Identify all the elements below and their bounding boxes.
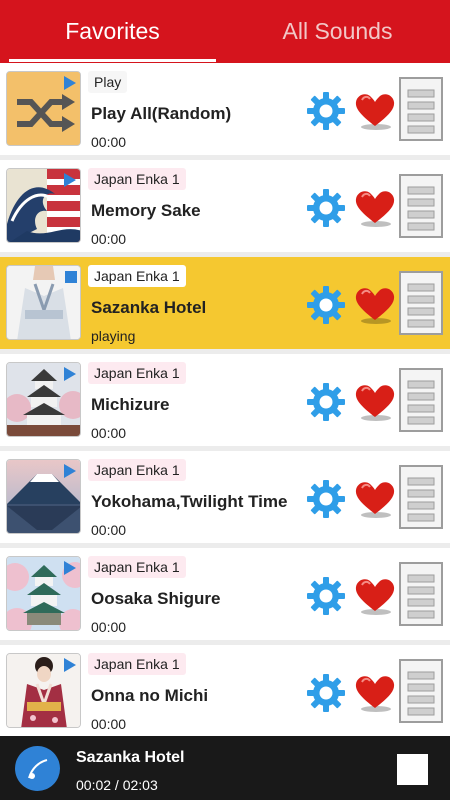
stop-button[interactable]: [397, 754, 428, 785]
sound-time: 00:00: [91, 134, 127, 150]
sound-list: Play Play All(Random) 00:00 Japan Enka 1…: [0, 63, 450, 736]
play-badge-icon: [64, 561, 76, 575]
thumbnail: [6, 459, 81, 534]
document-icon[interactable]: [399, 659, 443, 723]
category-tag: Japan Enka 1: [88, 653, 186, 675]
sound-title: Memory Sake: [91, 201, 201, 220]
gear-icon[interactable]: [306, 673, 346, 713]
list-item-playing[interactable]: Japan Enka 1 Sazanka Hotel playing: [0, 257, 450, 349]
category-tag: Japan Enka 1: [88, 556, 186, 578]
list-item[interactable]: Japan Enka 1 Onna no Michi 00:00: [0, 645, 450, 736]
stop-badge-icon: [65, 271, 77, 283]
document-icon[interactable]: [399, 465, 443, 529]
document-icon[interactable]: [399, 368, 443, 432]
sound-title: Oosaka Shigure: [91, 589, 221, 608]
list-item[interactable]: Japan Enka 1 Yokohama,Twilight Time 00:0…: [0, 451, 450, 543]
heart-icon[interactable]: [354, 576, 396, 616]
play-badge-icon: [64, 464, 76, 478]
play-badge-icon: [64, 367, 76, 381]
heart-icon[interactable]: [354, 479, 396, 519]
category-tag: Japan Enka 1: [88, 362, 186, 384]
thumbnail: [6, 653, 81, 728]
list-item[interactable]: Japan Enka 1 Oosaka Shigure 00:00: [0, 548, 450, 640]
sound-time: 00:00: [91, 231, 127, 247]
sound-time: 00:00: [91, 522, 127, 538]
sound-title: Yokohama,Twilight Time: [91, 492, 288, 511]
heart-icon[interactable]: [354, 91, 396, 131]
list-item[interactable]: Play Play All(Random) 00:00: [0, 63, 450, 155]
category-tag: Play: [88, 71, 128, 93]
play-badge-icon: [64, 173, 76, 187]
heart-icon[interactable]: [354, 285, 396, 325]
category-tag: Japan Enka 1: [88, 265, 186, 287]
thumbnail: [6, 362, 81, 437]
sound-title: Michizure: [91, 395, 170, 414]
gear-icon[interactable]: [306, 91, 346, 131]
tab-bar: Favorites All Sounds: [0, 0, 450, 63]
now-playing-time: 00:02 / 02:03: [76, 777, 158, 793]
now-playing-title: Sazanka Hotel: [76, 749, 185, 766]
thumbnail: [6, 168, 81, 243]
now-playing-bar: Sazanka Hotel 00:02 / 02:03: [0, 736, 450, 800]
gear-icon[interactable]: [306, 382, 346, 422]
list-item[interactable]: Japan Enka 1 Memory Sake 00:00: [0, 160, 450, 252]
sound-time: 00:00: [91, 716, 127, 732]
document-icon[interactable]: [399, 77, 443, 141]
list-item[interactable]: Japan Enka 1 Michizure 00:00: [0, 354, 450, 446]
tab-indicator: [9, 59, 216, 62]
gear-icon[interactable]: [306, 576, 346, 616]
document-icon[interactable]: [399, 271, 443, 335]
sound-time: 00:00: [91, 619, 127, 635]
gear-icon[interactable]: [306, 188, 346, 228]
thumbnail: [6, 265, 81, 340]
tab-all-sounds[interactable]: All Sounds: [225, 0, 450, 63]
gear-icon[interactable]: [306, 285, 346, 325]
thumbnail: [6, 71, 81, 146]
disc-icon[interactable]: [15, 746, 60, 791]
tab-favorites[interactable]: Favorites: [0, 0, 225, 63]
sound-time: 00:00: [91, 425, 127, 441]
category-tag: Japan Enka 1: [88, 168, 186, 190]
heart-icon[interactable]: [354, 382, 396, 422]
document-icon[interactable]: [399, 174, 443, 238]
sound-title: Play All(Random): [91, 104, 232, 123]
sound-status: playing: [91, 328, 136, 344]
play-badge-icon: [64, 76, 76, 90]
document-icon[interactable]: [399, 562, 443, 626]
heart-icon[interactable]: [354, 188, 396, 228]
sound-title: Sazanka Hotel: [91, 298, 207, 317]
sound-title: Onna no Michi: [91, 686, 209, 705]
heart-icon[interactable]: [354, 673, 396, 713]
gear-icon[interactable]: [306, 479, 346, 519]
category-tag: Japan Enka 1: [88, 459, 186, 481]
play-badge-icon: [64, 658, 76, 672]
thumbnail: [6, 556, 81, 631]
